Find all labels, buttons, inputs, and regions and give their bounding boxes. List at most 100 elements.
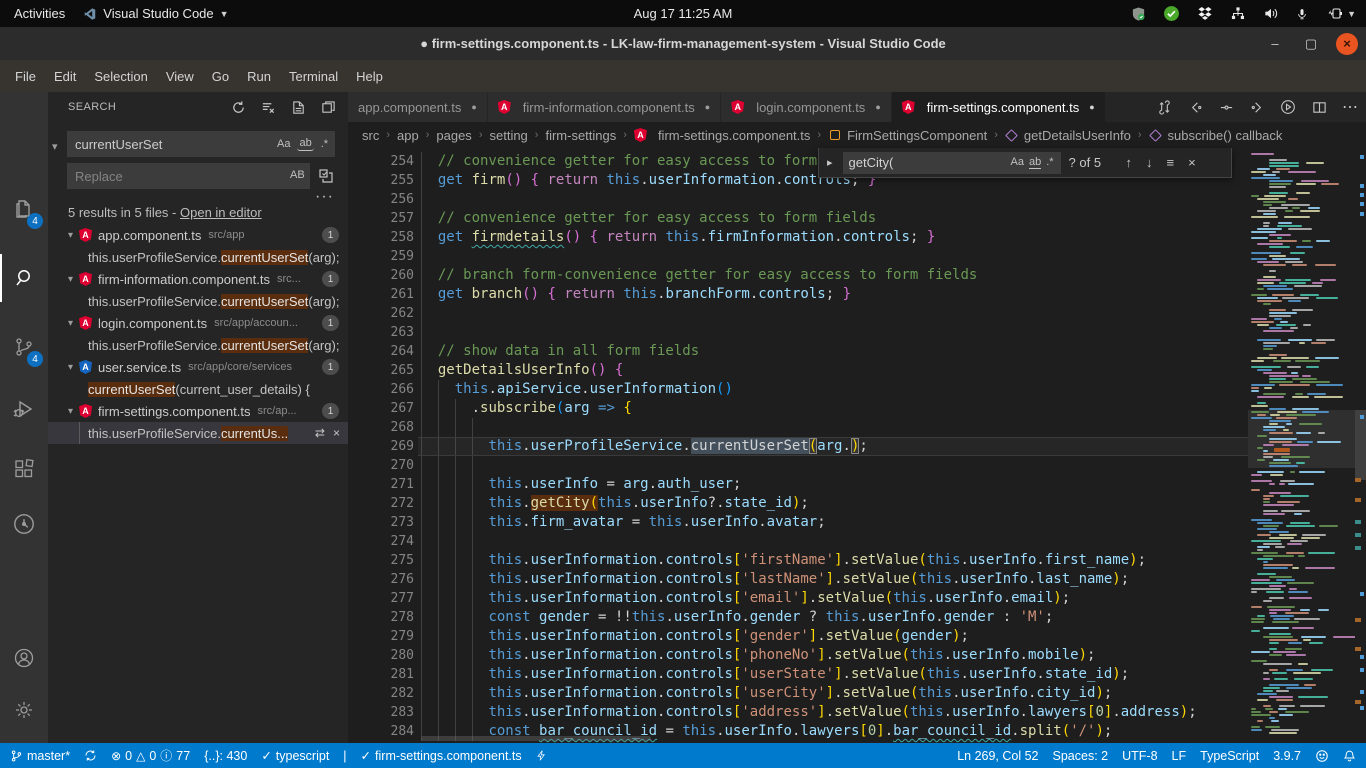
toggle-replace-chevron[interactable]: ▾ bbox=[52, 140, 58, 153]
clear-results-icon[interactable] bbox=[258, 97, 278, 117]
code-line[interactable]: 278 const gender = !!this.userInfo.gende… bbox=[348, 608, 1248, 627]
close-button[interactable]: × bbox=[1336, 33, 1358, 55]
line-number[interactable]: 277 bbox=[348, 589, 414, 608]
activity-run-debug[interactable] bbox=[0, 385, 48, 433]
match-case-icon[interactable]: Aa bbox=[275, 137, 292, 151]
tab-firm-settings.component.ts[interactable]: Afirm-settings.component.ts● bbox=[892, 92, 1106, 122]
match-case-icon[interactable]: Aa bbox=[1011, 156, 1024, 169]
volume-icon[interactable] bbox=[1263, 6, 1279, 21]
code-line[interactable]: 256 bbox=[348, 190, 1248, 209]
search-result-file[interactable]: ▾Alogin.component.tssrc/app/accoun...1 bbox=[48, 312, 348, 334]
shield-status-icon[interactable] bbox=[1131, 6, 1146, 22]
breadcrumb-item[interactable]: firm-settings.component.ts bbox=[658, 128, 810, 143]
breadcrumb-item[interactable]: setting bbox=[489, 128, 527, 143]
line-number[interactable]: 274 bbox=[348, 532, 414, 551]
activities-button[interactable]: Activities bbox=[14, 6, 65, 21]
line-number[interactable]: 259 bbox=[348, 247, 414, 266]
find-in-selection-icon[interactable]: ≡ bbox=[1164, 155, 1178, 170]
code-line[interactable]: 277 this.userInformation.controls['email… bbox=[348, 589, 1248, 608]
tab-app.component.ts[interactable]: app.component.ts● bbox=[348, 92, 488, 122]
code-line[interactable]: 263 bbox=[348, 323, 1248, 342]
split-editor-icon[interactable] bbox=[1309, 97, 1329, 117]
code-line[interactable]: 281 this.userInformation.controls['userS… bbox=[348, 665, 1248, 684]
line-number[interactable]: 266 bbox=[348, 380, 414, 399]
refresh-icon[interactable] bbox=[228, 97, 248, 117]
breadcrumb-item[interactable]: app bbox=[397, 128, 419, 143]
line-number[interactable]: 263 bbox=[348, 323, 414, 342]
open-in-editor-icon[interactable] bbox=[318, 97, 338, 117]
whole-word-icon[interactable]: ab bbox=[297, 136, 313, 151]
code-line[interactable]: 267 .subscribe(arg => { bbox=[348, 399, 1248, 418]
vertical-scrollbar-thumb[interactable] bbox=[1355, 410, 1366, 480]
bolt-indicator[interactable] bbox=[536, 749, 547, 762]
code-line[interactable]: 264 // show data in all form fields bbox=[348, 342, 1248, 361]
search-result-file[interactable]: ▾Afirm-information.component.tssrc...1 bbox=[48, 268, 348, 290]
dismiss-icon[interactable]: × bbox=[333, 426, 340, 440]
code-line[interactable]: 273 this.firm_avatar = this.userInfo.ava… bbox=[348, 513, 1248, 532]
line-number[interactable]: 256 bbox=[348, 190, 414, 209]
code-line[interactable]: 260 // branch form-convenience getter fo… bbox=[348, 266, 1248, 285]
code-line[interactable]: 265 getDetailsUserInfo() { bbox=[348, 361, 1248, 380]
line-number[interactable]: 281 bbox=[348, 665, 414, 684]
line-number[interactable]: 267 bbox=[348, 399, 414, 418]
breadcrumb-item[interactable]: subscribe() callback bbox=[1168, 128, 1283, 143]
network-icon[interactable] bbox=[1230, 6, 1246, 21]
line-number[interactable]: 284 bbox=[348, 722, 414, 741]
line-number[interactable]: 278 bbox=[348, 608, 414, 627]
code-line[interactable]: 269 this.userProfileService.currentUserS… bbox=[348, 437, 1248, 456]
git-compare-icon[interactable] bbox=[1154, 97, 1174, 117]
close-find-icon[interactable]: × bbox=[1185, 155, 1199, 170]
bracket-count-badge[interactable]: {..}: 430 bbox=[204, 749, 247, 763]
typescript-version[interactable]: 3.9.7 bbox=[1273, 749, 1301, 763]
check-circle-icon[interactable] bbox=[1163, 5, 1180, 22]
next-change-icon[interactable] bbox=[1247, 97, 1267, 117]
search-result-match[interactable]: currentUserSet(current_user_details) { bbox=[48, 378, 348, 400]
code-line[interactable]: 270 bbox=[348, 456, 1248, 475]
preserve-case-icon[interactable]: AB bbox=[288, 168, 307, 182]
code-line[interactable]: 274 bbox=[348, 532, 1248, 551]
line-number[interactable]: 280 bbox=[348, 646, 414, 665]
menu-help[interactable]: Help bbox=[347, 64, 392, 89]
line-number[interactable]: 262 bbox=[348, 304, 414, 323]
code-line[interactable]: 266 this.apiService.userInformation() bbox=[348, 380, 1248, 399]
language-mode[interactable]: TypeScript bbox=[1200, 749, 1259, 763]
find-previous-icon[interactable]: ↑ bbox=[1123, 155, 1136, 170]
window-title-bar[interactable]: ● firm-settings.component.ts - LK-law-fi… bbox=[0, 27, 1366, 60]
code-line[interactable]: 280 this.userInformation.controls['phone… bbox=[348, 646, 1248, 665]
search-result-match[interactable]: this.userProfileService.currentUserSet(a… bbox=[48, 290, 348, 312]
line-number[interactable]: 282 bbox=[348, 684, 414, 703]
run-file-icon[interactable] bbox=[1278, 97, 1298, 117]
line-number[interactable]: 255 bbox=[348, 171, 414, 190]
line-number[interactable]: 258 bbox=[348, 228, 414, 247]
code-line[interactable]: 262 bbox=[348, 304, 1248, 323]
lint-status-file[interactable]: ✓firm-settings.component.ts bbox=[361, 748, 522, 763]
indentation-setting[interactable]: Spaces: 2 bbox=[1053, 749, 1109, 763]
breadcrumb-item[interactable]: pages bbox=[436, 128, 471, 143]
code-line[interactable]: 259 bbox=[348, 247, 1248, 266]
line-number[interactable]: 264 bbox=[348, 342, 414, 361]
dropbox-indicator-icon[interactable] bbox=[1197, 6, 1213, 21]
replace-input[interactable] bbox=[67, 163, 310, 189]
code-line[interactable]: 261 get branch() { return this.branchFor… bbox=[348, 285, 1248, 304]
search-result-match[interactable]: this.userProfileService.currentUs...⇄× bbox=[48, 422, 348, 444]
menu-go[interactable]: Go bbox=[203, 64, 238, 89]
code-line[interactable]: 268 bbox=[348, 418, 1248, 437]
minimize-button[interactable]: – bbox=[1264, 33, 1286, 55]
overview-ruler[interactable] bbox=[1355, 148, 1366, 743]
change-marker-icon[interactable] bbox=[1216, 97, 1236, 117]
line-number[interactable]: 268 bbox=[348, 418, 414, 437]
search-result-file[interactable]: ▾Afirm-settings.component.tssrc/ap...1 bbox=[48, 400, 348, 422]
activity-settings[interactable] bbox=[0, 686, 48, 734]
breadcrumb-item[interactable]: firm-settings bbox=[545, 128, 616, 143]
breadcrumb-item[interactable]: FirmSettingsComponent bbox=[847, 128, 987, 143]
code-line[interactable]: 257 // convenience getter for easy acces… bbox=[348, 209, 1248, 228]
activity-plugin[interactable] bbox=[0, 500, 48, 548]
cursor-position[interactable]: Ln 269, Col 52 bbox=[957, 749, 1038, 763]
line-number[interactable]: 270 bbox=[348, 456, 414, 475]
code-line[interactable]: 272 this.getCity(this.userInfo?.state_id… bbox=[348, 494, 1248, 513]
git-branch-indicator[interactable]: master* bbox=[10, 749, 70, 763]
find-next-icon[interactable]: ↓ bbox=[1143, 155, 1156, 170]
eol-setting[interactable]: LF bbox=[1172, 749, 1187, 763]
line-number[interactable]: 275 bbox=[348, 551, 414, 570]
code-line[interactable]: 275 this.userInformation.controls['first… bbox=[348, 551, 1248, 570]
